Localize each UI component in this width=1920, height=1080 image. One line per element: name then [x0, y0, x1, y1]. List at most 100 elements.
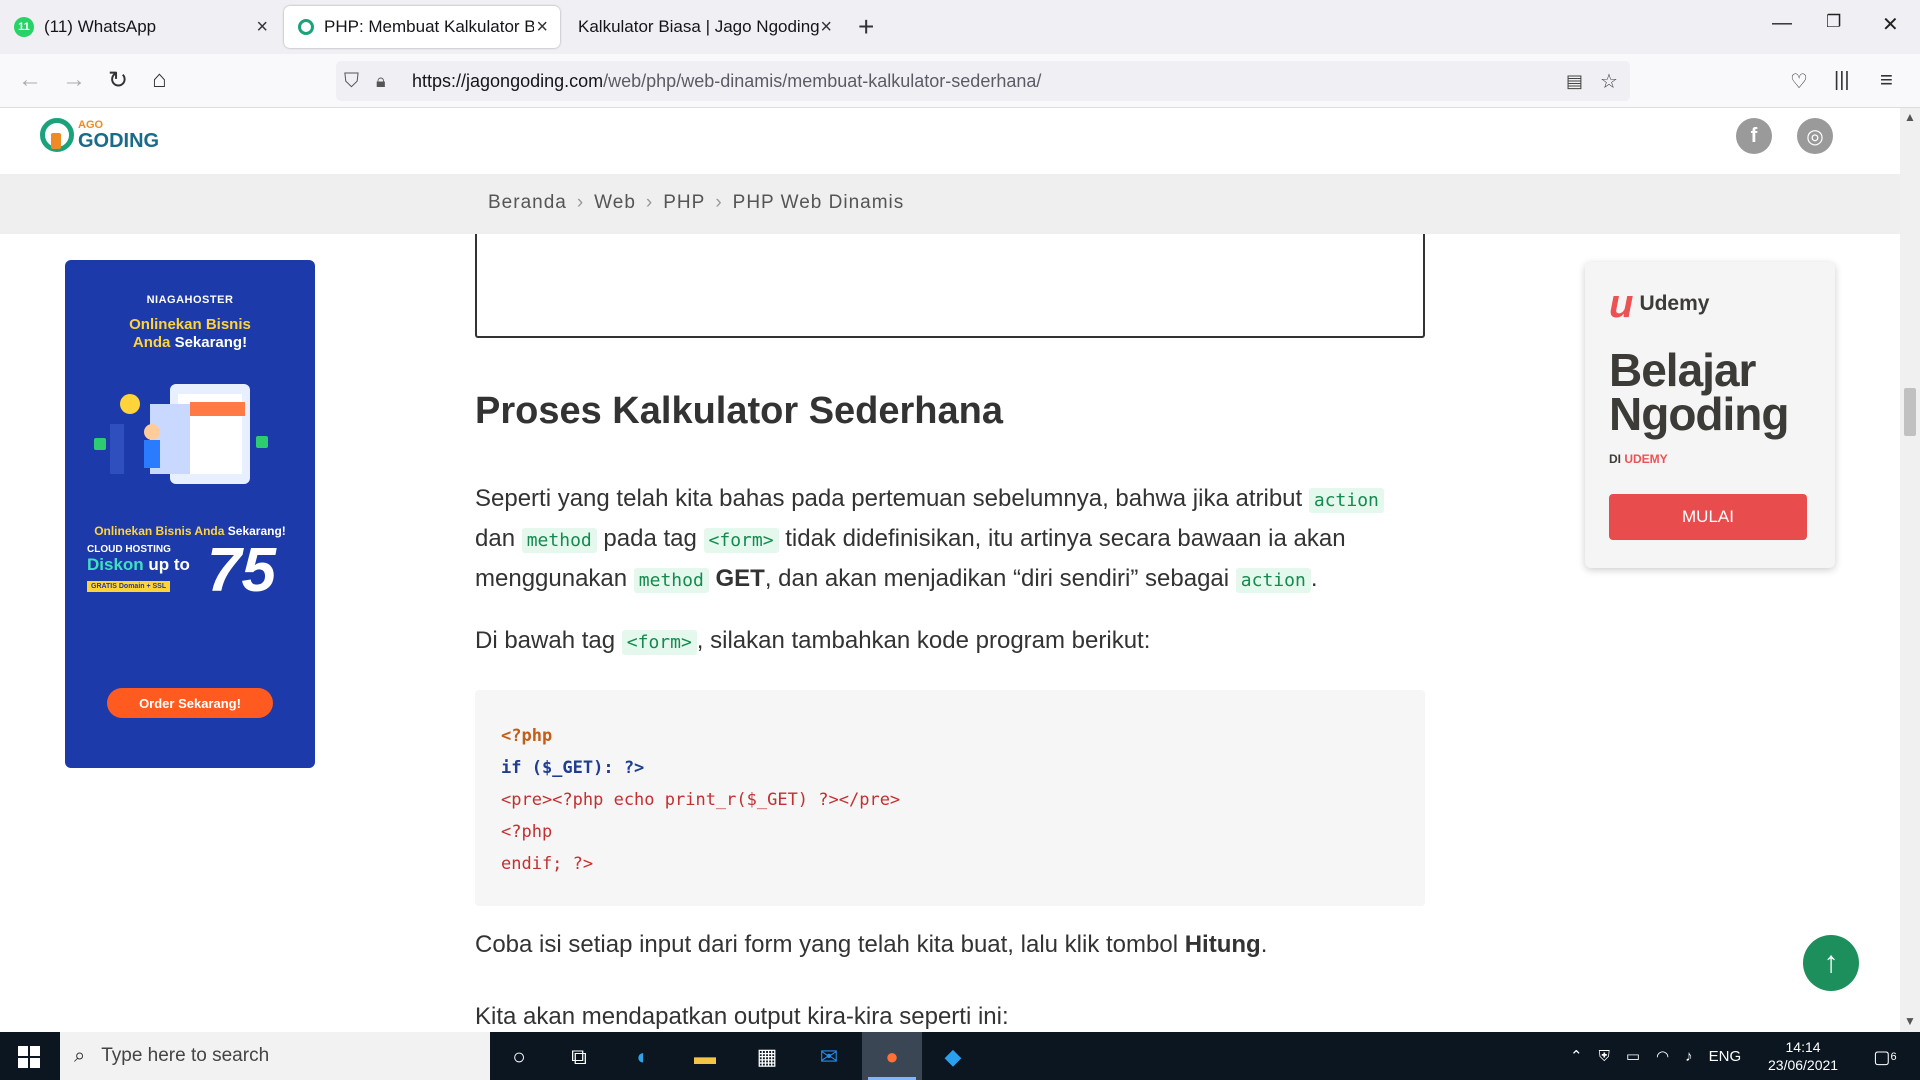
tab-kalkulator-biasa[interactable]: Kalkulator Biasa | Jago Ngoding ×: [564, 6, 844, 48]
start-button[interactable]: [18, 1046, 40, 1068]
code-block[interactable]: <?php if ($_GET): ?> <pre><?php echo pri…: [475, 690, 1425, 906]
language-indicator[interactable]: ENG: [1709, 1048, 1742, 1065]
p2-text-1: Di bawah tag: [475, 627, 622, 654]
close-icon[interactable]: ×: [256, 16, 268, 39]
ad-promo-percent: 75: [207, 536, 276, 605]
address-bar[interactable]: ⛉ 🔒︎ https://jagongoding.com/web/php/web…: [336, 61, 1630, 101]
search-icon: ⌕: [74, 1044, 86, 1067]
volume-icon[interactable]: ♪: [1685, 1048, 1693, 1065]
forward-button[interactable]: →: [62, 66, 86, 94]
paragraph-1: Seperti yang telah kita bahas pada perte…: [475, 480, 1425, 600]
p1-text-6: .: [1310, 565, 1318, 592]
udemy-headline-line2: Ngoding: [1609, 388, 1789, 440]
menu-icon[interactable]: ≡: [1880, 67, 1893, 93]
mulai-button[interactable]: MULAI: [1609, 494, 1807, 540]
taskbar-firefox-active[interactable]: ●: [862, 1032, 922, 1080]
facebook-icon[interactable]: f: [1736, 118, 1772, 154]
p1-text-2: dan: [475, 525, 522, 552]
breadcrumb-item-web[interactable]: Web: [594, 192, 636, 214]
close-window-button[interactable]: ✕: [1882, 12, 1899, 37]
niagahoster-ad[interactable]: NIAGAHOSTER Onlinekan Bisnis Anda Sekara…: [65, 260, 315, 768]
bookmark-star-icon[interactable]: ☆: [1600, 69, 1618, 94]
code-line: <pre><?php echo print_r($_GET) ?></pre>: [501, 790, 901, 810]
udemy-u-icon: u: [1609, 282, 1634, 326]
inline-code-method: method: [521, 528, 597, 553]
p1-bold-get: GET: [715, 565, 765, 592]
reader-view-icon[interactable]: ▤: [1566, 71, 1583, 92]
ad-illustration: [90, 374, 290, 494]
store-icon[interactable]: ▦: [750, 1040, 784, 1074]
section-heading: Proses Kalkulator Sederhana: [475, 390, 1003, 432]
p1-text-1: Seperti yang telah kita bahas pada perte…: [475, 485, 1309, 512]
inline-code-method: method: [633, 568, 709, 593]
ad-promo-diskon: Diskon: [87, 555, 149, 574]
system-tray: ⌃ ⛨ ▭ ◠ ♪ ENG: [1570, 1032, 1757, 1080]
tab-whatsapp[interactable]: 11 (11) WhatsApp ×: [0, 6, 280, 48]
scroll-to-top-button[interactable]: ↑: [1803, 935, 1859, 991]
logo-text-small: AGO: [78, 118, 104, 131]
shield-icon[interactable]: ⛉: [344, 70, 359, 93]
file-explorer-icon[interactable]: ▬: [688, 1040, 722, 1074]
ad-promo-line2: Diskon up to: [87, 555, 315, 575]
battery-icon[interactable]: ▭: [1626, 1047, 1640, 1065]
logo-text-big: GODING: [78, 129, 160, 152]
close-icon[interactable]: ×: [820, 16, 832, 39]
inline-code-form: <form>: [703, 528, 779, 553]
notification-center-icon[interactable]: ▢ 6: [1868, 1040, 1902, 1074]
code-line: <?php: [501, 822, 553, 842]
instagram-icon[interactable]: ◎: [1797, 118, 1833, 154]
ad-promo: CLOUD HOSTING Diskon up to GRATIS Domain…: [87, 540, 315, 604]
mail-icon[interactable]: ✉: [812, 1040, 846, 1074]
scroll-up-arrow-icon[interactable]: ▲: [1904, 110, 1916, 124]
search-placeholder: Type here to search: [101, 1045, 270, 1066]
restore-button[interactable]: ❐: [1826, 12, 1841, 32]
udemy-ad[interactable]: u Udemy Belajar Ngoding DI UDEMY MULAI: [1585, 262, 1835, 568]
order-sekarang-button[interactable]: Order Sekarang!: [107, 688, 273, 718]
ad-subheadline: Onlinekan Bisnis Anda Sekarang!: [65, 524, 315, 538]
code-line: <?php: [501, 726, 553, 746]
breadcrumb-item-php[interactable]: PHP: [663, 192, 705, 214]
breadcrumb-item-beranda[interactable]: Beranda: [488, 192, 567, 214]
url-text[interactable]: https://jagongoding.com/web/php/web-dina…: [412, 71, 1041, 92]
library-icon[interactable]: |||: [1834, 69, 1850, 92]
lock-icon[interactable]: 🔒︎: [376, 71, 386, 92]
tab-label: Kalkulator Biasa | Jago Ngoding: [578, 17, 820, 36]
page-scrollbar[interactable]: ▲ ▼: [1900, 108, 1920, 1032]
vscode-icon[interactable]: ◆: [936, 1040, 970, 1074]
reload-button[interactable]: ↻: [108, 66, 128, 95]
chevron-right-icon: ›: [645, 192, 654, 213]
firefox-icon: ●: [885, 1044, 899, 1069]
chevron-up-icon[interactable]: ⌃: [1570, 1047, 1583, 1065]
notification-icon: ▢: [1873, 1046, 1891, 1067]
scroll-down-arrow-icon[interactable]: ▼: [1904, 1014, 1916, 1028]
taskbar-search-box[interactable]: ⌕ Type here to search: [60, 1032, 490, 1080]
tab-php-kalkulator[interactable]: PHP: Membuat Kalkulator Biasa ×: [284, 6, 560, 48]
paragraph-3: Coba isi setiap input dari form yang tel…: [475, 926, 1425, 964]
breadcrumb-item-php-web-dinamis[interactable]: PHP Web Dinamis: [733, 192, 905, 214]
close-icon[interactable]: ×: [536, 16, 548, 39]
ad-headline-line1: Onlinekan Bisnis: [129, 316, 251, 333]
back-button[interactable]: ←: [18, 66, 42, 94]
minimize-button[interactable]: —: [1772, 12, 1792, 35]
site-logo[interactable]: AGO GODING: [40, 118, 159, 152]
logo-mark-icon: [40, 118, 74, 152]
pocket-icon[interactable]: ♡: [1790, 69, 1808, 94]
edge-icon[interactable]: ◐: [626, 1040, 660, 1074]
tab-label: (11) WhatsApp: [44, 17, 157, 36]
wifi-icon[interactable]: ◠: [1656, 1047, 1669, 1065]
inline-code-action: action: [1235, 568, 1311, 593]
taskbar-clock[interactable]: 14:14 23/06/2021: [1768, 1038, 1838, 1074]
previous-output-box: [475, 234, 1425, 338]
clock-date: 23/06/2021: [1768, 1057, 1839, 1073]
security-icon[interactable]: ⛨: [1599, 1048, 1610, 1065]
task-view-icon[interactable]: ⧉: [562, 1040, 596, 1074]
p2-text-2: , silakan tambahkan kode program berikut…: [696, 627, 1151, 654]
scrollbar-thumb[interactable]: [1904, 388, 1916, 436]
ad-headline-line2b: Sekarang!: [174, 334, 248, 351]
new-tab-button[interactable]: +: [858, 11, 874, 43]
ad-headline-line2a: Anda: [132, 334, 175, 351]
home-button[interactable]: ⌂: [152, 66, 167, 94]
cortana-icon[interactable]: ○: [502, 1040, 536, 1074]
p3-text-1: Coba isi setiap input dari form yang tel…: [475, 931, 1185, 958]
jagongoding-favicon: [298, 19, 314, 35]
